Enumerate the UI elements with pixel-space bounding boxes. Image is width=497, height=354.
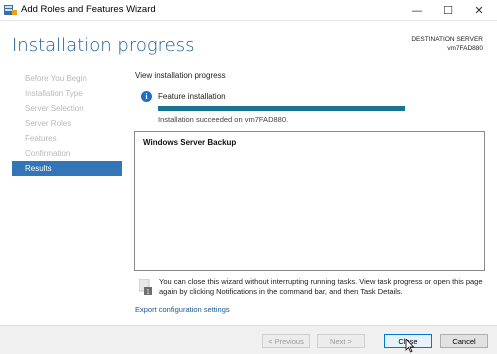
- info-icon: i: [141, 91, 152, 102]
- feature-installation-label: Feature installation: [158, 92, 226, 101]
- sidebar-item-server-roles[interactable]: Server Roles: [12, 116, 122, 131]
- wizard-header: Installation progress DESTINATION SERVER…: [0, 21, 497, 66]
- installation-progress-bar: [158, 106, 405, 111]
- sidebar-item-before-you-begin[interactable]: Before You Begin: [12, 71, 122, 86]
- destination-label: DESTINATION SERVER: [411, 36, 483, 43]
- maximize-button[interactable]: ☐: [433, 0, 463, 20]
- flag-note-icon: 1: [139, 279, 152, 295]
- sidebar-item-confirmation[interactable]: Confirmation: [12, 146, 122, 161]
- server-manager-icon: [4, 5, 17, 15]
- sidebar-item-features[interactable]: Features: [12, 131, 122, 146]
- window-title: Add Roles and Features Wizard: [21, 4, 156, 15]
- close-wizard-note: You can close this wizard without interr…: [159, 277, 483, 296]
- destination-server-name: vm7FAD880: [447, 45, 483, 52]
- installed-features-list[interactable]: Windows Server Backup: [134, 131, 485, 271]
- sidebar-item-installation-type[interactable]: Installation Type: [12, 86, 122, 101]
- title-bar: Add Roles and Features Wizard — ☐ ✕: [0, 0, 497, 21]
- page-title: Installation progress: [12, 35, 195, 56]
- sidebar-item-results[interactable]: Results: [12, 161, 122, 176]
- close-window-button[interactable]: ✕: [464, 0, 494, 20]
- previous-button[interactable]: < Previous: [262, 334, 310, 348]
- list-item: Windows Server Backup: [143, 138, 237, 147]
- export-configuration-link[interactable]: Export configuration settings: [135, 305, 230, 314]
- progress-fill: [158, 106, 405, 111]
- installation-result-text: Installation succeeded on vm7FAD880.: [158, 115, 289, 124]
- cancel-button[interactable]: Cancel: [440, 334, 488, 348]
- sidebar-item-server-selection[interactable]: Server Selection: [12, 101, 122, 116]
- minimize-button[interactable]: —: [402, 0, 432, 20]
- section-label: View installation progress: [135, 71, 226, 80]
- wizard-steps-sidebar: Before You Begin Installation Type Serve…: [0, 67, 125, 325]
- mouse-cursor-icon: [405, 339, 415, 353]
- destination-server: DESTINATION SERVER vm7FAD880: [411, 35, 483, 53]
- wizard-footer: < Previous Next > Close Cancel: [0, 325, 497, 354]
- main-content: View installation progress i Feature ins…: [125, 67, 497, 325]
- next-button[interactable]: Next >: [317, 334, 365, 348]
